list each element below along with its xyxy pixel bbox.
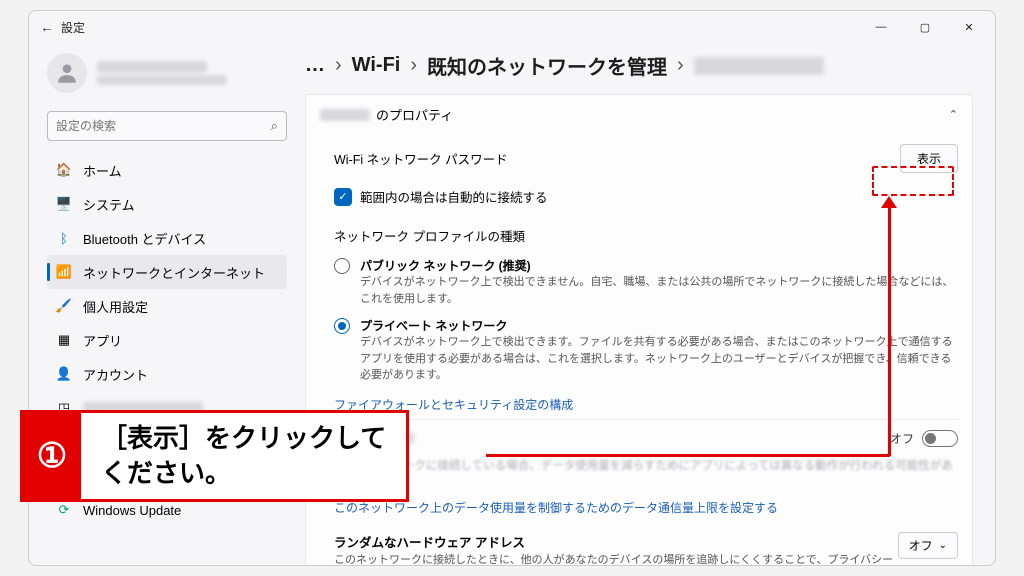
brush-icon: 🖌️ — [55, 297, 73, 315]
user-email-redacted — [97, 75, 227, 85]
maximize-button[interactable]: ▢ — [903, 11, 947, 43]
apps-icon: ▦ — [55, 331, 73, 349]
sidebar-item-apps[interactable]: ▦ アプリ — [47, 323, 287, 357]
search-box[interactable]: ⌕ — [47, 111, 287, 141]
system-icon: 🖥️ — [55, 195, 73, 213]
wifi-password-label: Wi-Fi ネットワーク パスワード — [334, 149, 900, 168]
sidebar-item-label: ホーム — [83, 161, 122, 180]
private-network-radio[interactable] — [334, 318, 350, 334]
sidebar-item-home[interactable]: 🏠 ホーム — [47, 153, 287, 187]
metered-toggle[interactable] — [922, 430, 958, 447]
annotation-text-line1: ［表示］をクリックして — [101, 421, 386, 456]
close-button[interactable]: ✕ — [947, 11, 991, 43]
public-network-title: パブリック ネットワーク (推奨) — [360, 257, 958, 274]
private-network-title: プライベート ネットワーク — [360, 317, 958, 334]
random-hw-title: ランダムなハードウェア アドレス — [334, 532, 898, 551]
auto-connect-checkbox[interactable]: ✓ — [334, 188, 352, 206]
private-network-desc: デバイスがネットワーク上で検出できます。ファイルを共有する必要がある場合、または… — [360, 334, 958, 384]
properties-suffix: のプロパティ — [376, 105, 453, 124]
annotation-arrow-head — [881, 196, 897, 208]
sidebar-item-label: システム — [83, 195, 135, 214]
breadcrumb-manage[interactable]: 既知のネットワークを管理 — [427, 51, 667, 80]
search-input[interactable] — [56, 119, 271, 133]
data-limit-link[interactable]: このネットワーク上のデータ使用量を制御するためのデータ通信量上限を設定する — [334, 489, 958, 522]
sidebar-item-personalization[interactable]: 🖌️ 個人用設定 — [47, 289, 287, 323]
profile-type-heading: ネットワーク プロファイルの種類 — [334, 216, 958, 253]
annotation-arrow-horizontal — [486, 454, 890, 457]
breadcrumb-wifi[interactable]: Wi-Fi — [352, 54, 401, 77]
sidebar-item-label: アプリ — [83, 331, 122, 350]
back-button[interactable]: ← — [33, 19, 61, 35]
public-network-desc: デバイスがネットワーク上で検出できません。自宅、職場、または公共の場所でネットワ… — [360, 274, 958, 307]
person-icon: 👤 — [55, 365, 73, 383]
chevron-down-icon: ⌄ — [939, 540, 947, 551]
user-account-row[interactable] — [47, 49, 287, 97]
user-name-redacted — [97, 61, 207, 73]
window-title: 設定 — [61, 19, 85, 36]
sidebar-item-network[interactable]: 📶 ネットワークとインターネット — [47, 255, 287, 289]
sidebar-item-label: アカウント — [83, 365, 148, 384]
annotation-number: ① — [23, 413, 81, 499]
update-icon: ⟳ — [55, 501, 73, 519]
titlebar: ← 設定 — ▢ ✕ — [29, 11, 995, 43]
chevron-right-icon: › — [677, 54, 684, 77]
sidebar-item-label: Windows Update — [83, 503, 181, 518]
sidebar-item-label: 個人用設定 — [83, 297, 148, 316]
firewall-settings-link[interactable]: ファイアウォールとセキュリティ設定の構成 — [334, 390, 958, 419]
breadcrumb: … › Wi-Fi › 既知のネットワークを管理 › — [305, 51, 973, 80]
metered-desc: このネットワークに接続している場合、データ使用量を減らすためにアプリによっては異… — [334, 457, 958, 489]
properties-header[interactable]: のプロパティ ⌃ — [306, 95, 972, 134]
network-name-redacted — [320, 109, 370, 121]
annotation-callout: ① ［表示］をクリックして ください。 — [20, 410, 409, 502]
sidebar-item-label: ネットワークとインターネット — [83, 263, 265, 282]
breadcrumb-network-name-redacted — [694, 57, 824, 75]
chevron-right-icon: › — [335, 54, 342, 77]
sidebar-item-bluetooth[interactable]: ᛒ Bluetooth とデバイス — [47, 221, 287, 255]
random-hw-dropdown[interactable]: オフ ⌄ — [898, 532, 958, 559]
wifi-icon: 📶 — [55, 263, 73, 281]
dropdown-value: オフ — [909, 537, 933, 554]
avatar — [47, 53, 87, 93]
chevron-up-icon[interactable]: ⌃ — [949, 108, 958, 121]
show-password-button[interactable]: 表示 — [900, 144, 958, 173]
annotation-arrow-vertical — [888, 202, 891, 456]
sidebar-item-label: Bluetooth とデバイス — [83, 229, 206, 248]
sidebar-item-account[interactable]: 👤 アカウント — [47, 357, 287, 391]
home-icon: 🏠 — [55, 161, 73, 179]
annotation-text-line2: ください。 — [101, 456, 386, 491]
bluetooth-icon: ᛒ — [55, 229, 73, 247]
public-network-radio[interactable] — [334, 258, 350, 274]
search-icon: ⌕ — [271, 118, 278, 134]
breadcrumb-ellipsis[interactable]: … — [305, 54, 325, 77]
random-hw-desc: このネットワークに接続したときに、他の人があなたのデバイスの場所を追跡しにくくす… — [334, 551, 898, 566]
chevron-right-icon: › — [410, 54, 417, 77]
toggle-off-label: オフ — [890, 430, 914, 447]
sidebar-item-system[interactable]: 🖥️ システム — [47, 187, 287, 221]
minimize-button[interactable]: — — [859, 11, 903, 43]
auto-connect-label: 範囲内の場合は自動的に接続する — [360, 187, 548, 206]
